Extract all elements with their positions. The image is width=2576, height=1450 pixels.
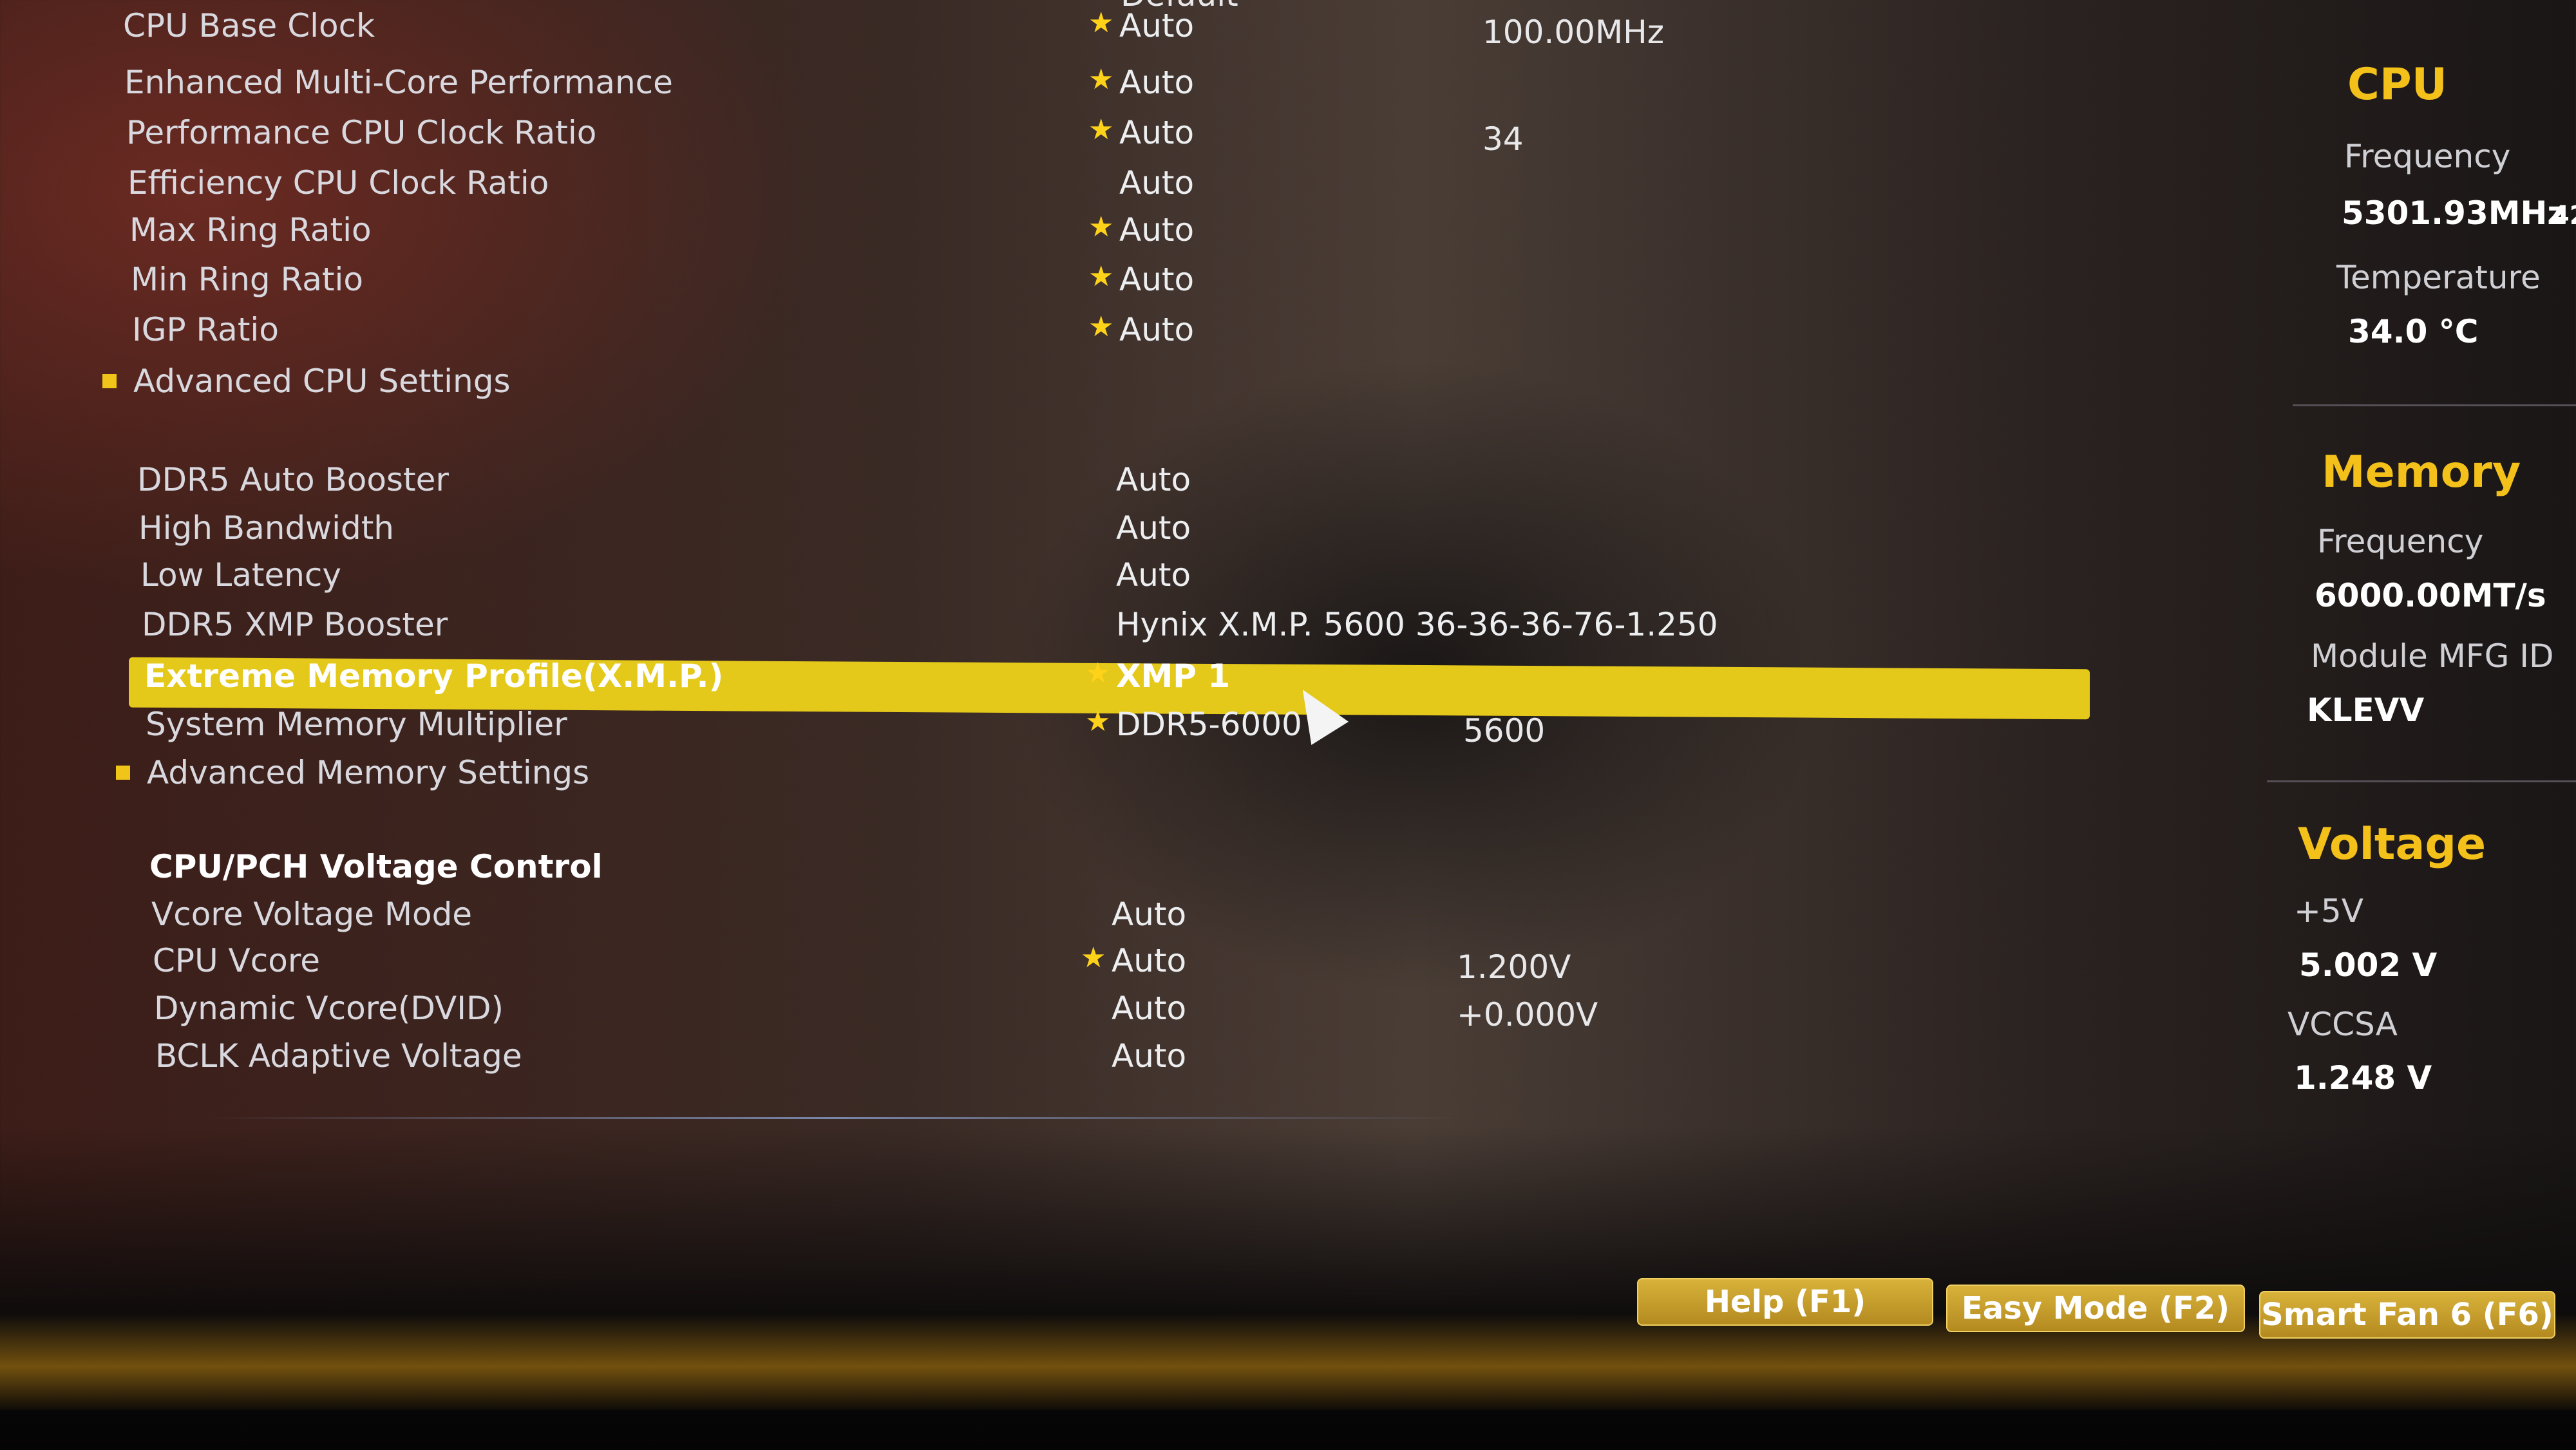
vccsa-label: VCCSA: [2287, 1006, 2398, 1043]
default-changed-star-icon: ★: [1085, 657, 1111, 690]
setting-label[interactable]: DDR5 Auto Booster: [137, 460, 449, 499]
setting-default: 100.00MHz: [1482, 14, 1664, 51]
divider: [206, 1117, 1462, 1119]
cpu-frequency-label: Frequency: [2344, 138, 2511, 175]
help-button[interactable]: Help (F1): [1637, 1278, 1933, 1326]
setting-default: 1.200V: [1457, 948, 1571, 986]
setting-value[interactable]: Auto: [1119, 164, 1194, 202]
memory-frequency-label: Frequency: [2317, 523, 2484, 560]
default-changed-star-icon: ★: [1085, 705, 1111, 738]
default-changed-star-icon: ★: [1088, 6, 1114, 39]
submenu-bullet-icon: [116, 766, 130, 780]
setting-value[interactable]: Auto: [1112, 895, 1186, 934]
cpu-title: CPU: [2347, 59, 2447, 110]
setting-value[interactable]: Auto: [1119, 310, 1194, 349]
setting-label[interactable]: CPU Vcore: [153, 941, 320, 980]
setting-label[interactable]: Low Latency: [140, 556, 341, 594]
vccsa-value: 1.248 V: [2294, 1059, 2432, 1097]
setting-default: +0.000V: [1457, 996, 1598, 1033]
setting-value[interactable]: Auto: [1119, 6, 1194, 45]
easy-mode-button[interactable]: Easy Mode (F2): [1946, 1285, 2245, 1332]
setting-default: 5600: [1463, 712, 1546, 749]
setting-value[interactable]: DDR5-6000: [1116, 705, 1302, 744]
setting-default: 34: [1482, 120, 1524, 158]
setting-value[interactable]: Auto: [1112, 1037, 1186, 1075]
default-changed-star-icon: ★: [1081, 941, 1106, 974]
setting-label[interactable]: Advanced Memory Settings: [147, 753, 589, 792]
smart-fan-button[interactable]: Smart Fan 6 (F6): [2259, 1291, 2555, 1339]
setting-value[interactable]: Auto: [1119, 260, 1194, 299]
memory-title: Memory: [2322, 447, 2521, 498]
setting-value[interactable]: Auto: [1116, 509, 1191, 547]
setting-value[interactable]: Auto: [1112, 941, 1186, 980]
module-mfg-id-label: Module MFG ID: [2311, 637, 2554, 675]
voltage-title: Voltage: [2298, 819, 2486, 870]
setting-label[interactable]: Efficiency CPU Clock Ratio: [128, 164, 549, 202]
setting-value[interactable]: Hynix X.M.P. 5600 36-36-36-76-1.250: [1116, 605, 1718, 644]
setting-value[interactable]: Auto: [1116, 556, 1191, 594]
setting-label[interactable]: BCLK Adaptive Voltage: [155, 1037, 522, 1075]
setting-value[interactable]: Auto: [1119, 113, 1194, 152]
setting-label[interactable]: Vcore Voltage Mode: [151, 895, 472, 934]
default-changed-star-icon: ★: [1088, 113, 1114, 146]
setting-value[interactable]: Auto: [1112, 989, 1186, 1028]
cpu-frequency-extra: 42: [2552, 201, 2576, 231]
setting-label[interactable]: Performance CPU Clock Ratio: [126, 113, 596, 152]
setting-label[interactable]: IGP Ratio: [132, 310, 279, 349]
separator: [2267, 780, 2576, 782]
cpu-temperature-value: 34.0 °C: [2348, 313, 2479, 350]
5v-value: 5.002 V: [2299, 946, 2438, 984]
default-changed-star-icon: ★: [1088, 310, 1114, 343]
setting-label[interactable]: DDR5 XMP Booster: [142, 605, 448, 644]
separator: [2293, 404, 2576, 406]
setting-label[interactable]: Advanced CPU Settings: [133, 362, 511, 400]
setting-value[interactable]: Auto: [1119, 211, 1194, 249]
setting-value[interactable]: XMP 1: [1116, 657, 1230, 695]
setting-label[interactable]: Max Ring Ratio: [129, 211, 372, 249]
setting-label[interactable]: Dynamic Vcore(DVID): [154, 989, 504, 1028]
setting-label[interactable]: System Memory Multiplier: [146, 705, 567, 744]
default-changed-star-icon: ★: [1088, 260, 1114, 293]
setting-label[interactable]: High Bandwidth: [138, 509, 394, 547]
setting-value[interactable]: Auto: [1119, 63, 1194, 102]
default-changed-star-icon: ★: [1088, 63, 1114, 96]
cpu-frequency-value: 5301.93MHz: [2342, 194, 2566, 232]
default-changed-star-icon: ★: [1088, 211, 1114, 243]
memory-frequency-value: 6000.00MT/s: [2315, 577, 2546, 614]
setting-label[interactable]: CPU Base Clock: [123, 6, 375, 45]
module-mfg-id-value: KLEVV: [2307, 692, 2425, 729]
setting-label[interactable]: Extreme Memory Profile(X.M.P.): [144, 657, 723, 695]
5v-label: +5V: [2294, 892, 2363, 930]
submenu-bullet-icon: [102, 374, 117, 388]
setting-value[interactable]: Auto: [1116, 460, 1191, 499]
cpu-temperature-label: Temperature: [2336, 259, 2541, 296]
setting-label[interactable]: Enhanced Multi-Core Performance: [124, 63, 673, 102]
setting-label[interactable]: Min Ring Ratio: [131, 260, 363, 299]
voltage-section-header: CPU/PCH Voltage Control: [149, 848, 603, 885]
